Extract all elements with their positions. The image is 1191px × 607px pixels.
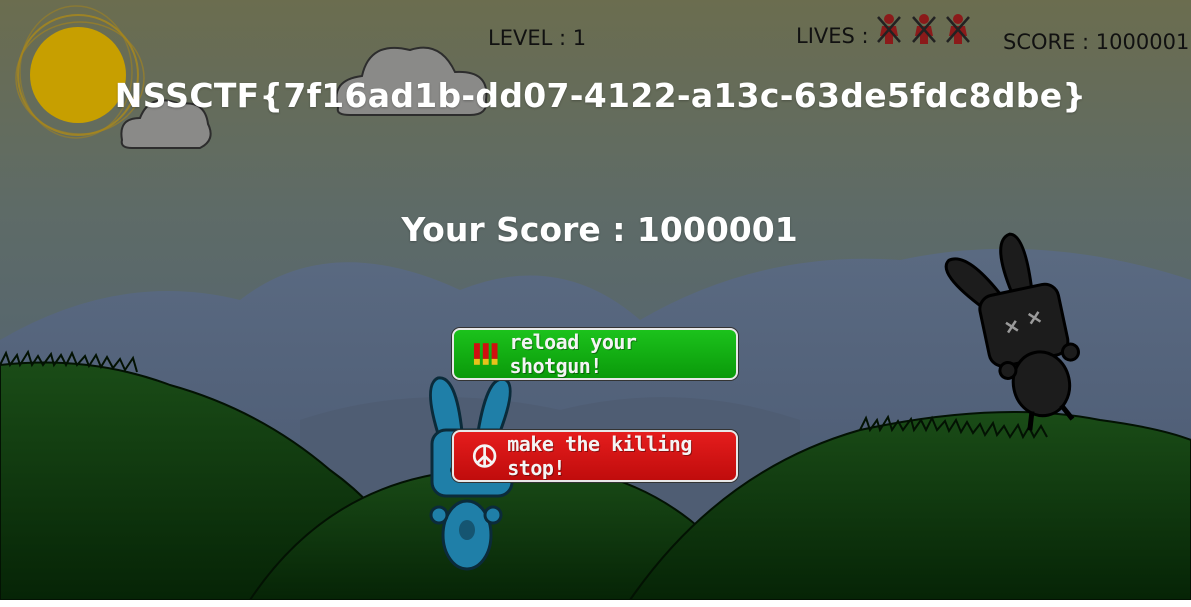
reload-button[interactable]: reload your shotgun! bbox=[452, 328, 738, 380]
stop-button[interactable]: make the killing stop! bbox=[452, 430, 738, 482]
stop-button-label: make the killing stop! bbox=[507, 432, 692, 480]
peace-sign-icon bbox=[472, 444, 497, 468]
life-icon-crossed bbox=[912, 14, 936, 44]
page-bottom bbox=[0, 600, 1191, 607]
score-indicator: SCORE : 1000001 bbox=[1003, 30, 1190, 54]
final-score: Your Score : 1000001 bbox=[401, 210, 798, 249]
life-icon-crossed bbox=[946, 14, 970, 44]
life-icon-crossed bbox=[877, 14, 901, 44]
game-stage[interactable]: LEVEL : 1 LIVES : SCORE : 1000001 NSSCTF… bbox=[0, 0, 1191, 600]
flag-text: NSSCTF{7f16ad1b-dd07-4122-a13c-63de5fdc8… bbox=[114, 76, 1087, 115]
lives-label: LIVES : bbox=[796, 24, 869, 48]
reload-button-label: reload your shotgun! bbox=[509, 330, 637, 378]
level-indicator: LEVEL : 1 bbox=[488, 26, 587, 50]
shotgun-shells-icon bbox=[473, 343, 498, 365]
